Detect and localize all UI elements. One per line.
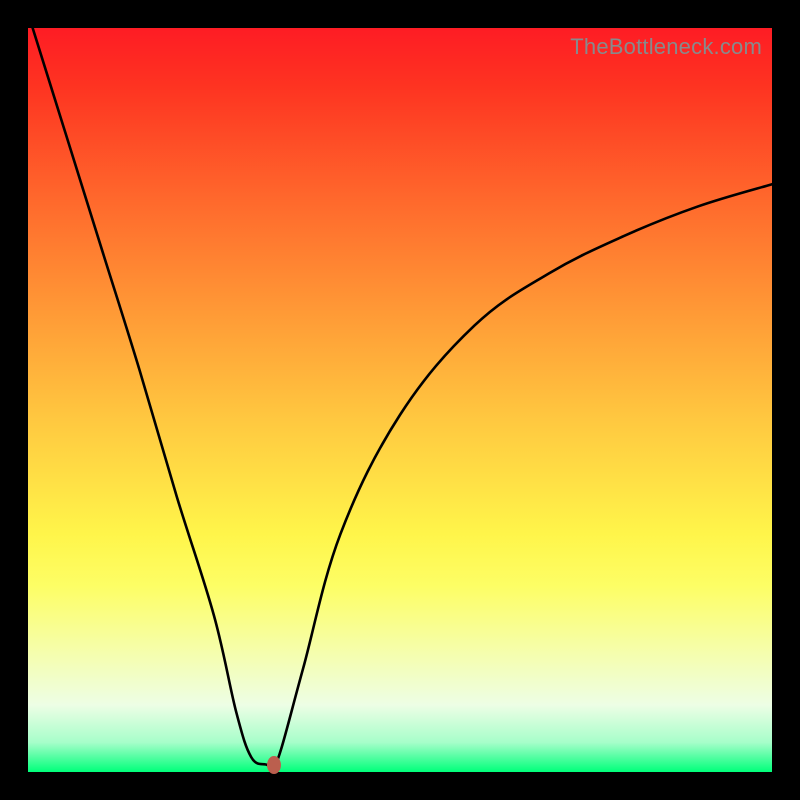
bottleneck-curve: [28, 28, 772, 772]
plot-area: TheBottleneck.com: [28, 28, 772, 772]
chart-frame: TheBottleneck.com: [0, 0, 800, 800]
watermark-text: TheBottleneck.com: [570, 34, 762, 60]
optimal-point-marker: [267, 756, 281, 774]
